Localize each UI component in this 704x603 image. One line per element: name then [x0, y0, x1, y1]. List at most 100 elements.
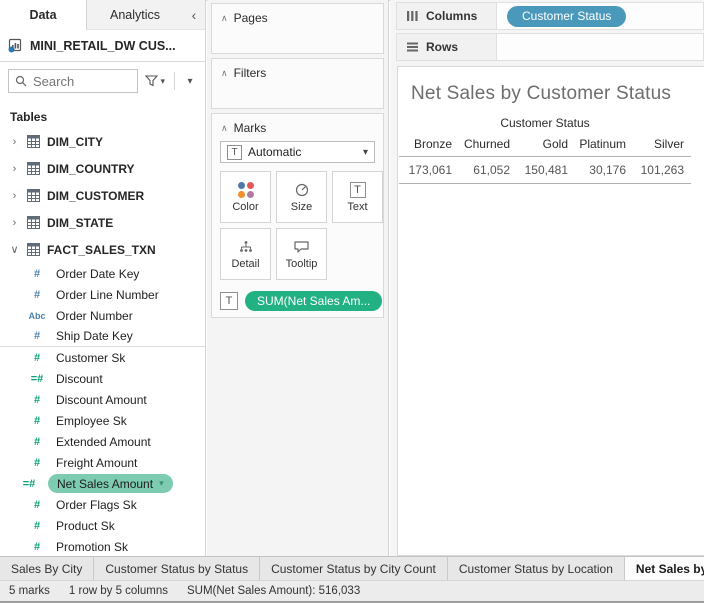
- number-field-icon: #: [26, 436, 48, 448]
- field-name: Order Line Number: [56, 288, 159, 302]
- tooltip-label: Tooltip: [286, 258, 318, 270]
- marks-buttons: Color Size T Text: [220, 171, 383, 280]
- collapse-pane-icon[interactable]: ‹: [183, 0, 205, 30]
- value-cell[interactable]: 61,052: [457, 157, 515, 183]
- color-button[interactable]: Color: [220, 171, 271, 223]
- data-source-row[interactable]: MINI_RETAIL_DW CUS...: [0, 30, 205, 62]
- tab-analytics[interactable]: Analytics: [87, 0, 183, 30]
- table-row-dim-state[interactable]: › DIM_STATE: [0, 209, 205, 236]
- column-header[interactable]: Churned: [457, 137, 515, 156]
- table-row-fact-sales-txn[interactable]: ∨ FACT_SALES_TXN: [0, 236, 205, 263]
- field-name: Discount Amount: [56, 393, 147, 407]
- mark-type-dropdown[interactable]: T Automatic ▾: [220, 141, 375, 163]
- column-header[interactable]: Silver: [631, 137, 689, 156]
- field-menu-caret-icon[interactable]: ▾: [159, 478, 164, 489]
- detail-label: Detail: [231, 258, 259, 270]
- field-row[interactable]: Abc Order Number: [0, 305, 205, 326]
- field-row[interactable]: # Extended Amount: [0, 431, 205, 452]
- tab-data[interactable]: Data: [0, 0, 87, 30]
- number-field-icon: #: [26, 352, 48, 364]
- text-label: Text: [347, 201, 367, 213]
- field-row[interactable]: # Freight Amount: [0, 452, 205, 473]
- pages-shelf[interactable]: ∧ Pages: [211, 3, 384, 54]
- collapse-card-icon[interactable]: ∧: [221, 68, 228, 79]
- collapse-card-icon[interactable]: ∧: [221, 13, 228, 24]
- collapse-card-icon[interactable]: ∧: [221, 123, 228, 134]
- columns-icon: [406, 10, 419, 22]
- value-cell[interactable]: 30,176: [573, 157, 631, 183]
- column-header[interactable]: Gold: [515, 137, 573, 156]
- number-field-icon: #: [26, 457, 48, 469]
- sheet-tab-customer-status-by-city-count[interactable]: Customer Status by City Count: [260, 557, 448, 580]
- chevron-down-icon[interactable]: ∨: [9, 243, 20, 256]
- values-row: 173,061 61,052 150,481 30,176 101,263: [399, 156, 691, 184]
- number-field-icon: #: [26, 394, 48, 406]
- sheet-tab-net-sales-by[interactable]: Net Sales by: [625, 557, 704, 580]
- table-name: DIM_STATE: [47, 216, 113, 230]
- number-field-icon: #: [26, 541, 48, 553]
- sheet-title: Net Sales by Customer Status: [398, 67, 704, 105]
- filter-fields-button[interactable]: ▾: [142, 75, 168, 87]
- color-label: Color: [232, 201, 258, 213]
- sheet-tab-customer-status-by-location[interactable]: Customer Status by Location: [448, 557, 625, 580]
- field-row[interactable]: # Employee Sk: [0, 410, 205, 431]
- chevron-right-icon[interactable]: ›: [9, 190, 20, 202]
- columns-shelf[interactable]: Columns Customer Status: [396, 2, 704, 30]
- field-row[interactable]: # Promotion Sk: [0, 536, 205, 556]
- chevron-right-icon[interactable]: ›: [9, 163, 20, 175]
- size-button[interactable]: Size: [276, 171, 327, 223]
- table-row-dim-customer[interactable]: › DIM_CUSTOMER: [0, 182, 205, 209]
- field-row[interactable]: # Ship Date Key: [0, 326, 205, 347]
- field-row[interactable]: # Product Sk: [0, 515, 205, 536]
- detail-button[interactable]: Detail: [220, 228, 271, 280]
- field-name: Employee Sk: [56, 414, 127, 428]
- number-field-icon: #: [26, 499, 48, 511]
- field-name: Order Date Key: [56, 267, 139, 281]
- rows-shelf[interactable]: Rows: [396, 33, 704, 61]
- table-icon: [27, 135, 40, 148]
- table-icon: [27, 162, 40, 175]
- column-header[interactable]: Platinum: [573, 137, 631, 156]
- detail-icon: [238, 239, 254, 255]
- selected-field-pill[interactable]: Net Sales Amount ▾: [48, 474, 173, 493]
- table-row-dim-country[interactable]: › DIM_COUNTRY: [0, 155, 205, 182]
- field-name: Freight Amount: [56, 456, 137, 470]
- search-row: Search ▾ ▾: [0, 62, 205, 100]
- value-cell[interactable]: 150,481: [515, 157, 573, 183]
- worksheet-region: Columns Customer Status Rows Net Sales b…: [390, 0, 704, 556]
- pane-options-button[interactable]: ▾: [181, 76, 199, 87]
- sheet-tab-customer-status-by-status[interactable]: Customer Status by Status: [94, 557, 260, 580]
- funnel-icon: [145, 75, 158, 87]
- field-row[interactable]: =# Discount: [0, 368, 205, 389]
- search-icon: [15, 75, 27, 87]
- table-row-dim-city[interactable]: › DIM_CITY: [0, 128, 205, 155]
- value-cell[interactable]: 173,061: [399, 157, 457, 183]
- search-input[interactable]: Search: [8, 69, 138, 93]
- sheet-tab-sales-by-city[interactable]: Sales By City: [0, 557, 94, 580]
- field-row[interactable]: # Order Date Key: [0, 263, 205, 284]
- field-row[interactable]: # Order Line Number: [0, 284, 205, 305]
- text-mark-icon[interactable]: T: [220, 292, 238, 310]
- chevron-right-icon[interactable]: ›: [9, 217, 20, 229]
- field-row[interactable]: # Discount Amount: [0, 389, 205, 410]
- field-name: Net Sales Amount: [57, 477, 153, 491]
- rows-icon: [406, 41, 419, 53]
- field-name: Product Sk: [56, 519, 115, 533]
- field-name: Ship Date Key: [56, 329, 133, 343]
- text-button[interactable]: T Text: [332, 171, 383, 223]
- size-label: Size: [291, 201, 312, 213]
- tooltip-button[interactable]: Tooltip: [276, 228, 327, 280]
- column-header[interactable]: Bronze: [399, 137, 457, 156]
- field-row[interactable]: # Order Flags Sk: [0, 494, 205, 515]
- field-name: Order Number: [56, 309, 133, 323]
- measure-pill[interactable]: SUM(Net Sales Am...: [245, 291, 382, 311]
- value-cell[interactable]: 101,263: [631, 157, 689, 183]
- field-row[interactable]: # Customer Sk: [0, 347, 205, 368]
- column-headers-row: Bronze Churned Gold Platinum Silver: [399, 137, 691, 156]
- field-row-selected[interactable]: =# Net Sales Amount ▾: [0, 473, 205, 494]
- pages-label: Pages: [234, 11, 268, 25]
- filters-shelf[interactable]: ∧ Filters: [211, 58, 384, 109]
- table-name: DIM_COUNTRY: [47, 162, 135, 176]
- chevron-right-icon[interactable]: ›: [9, 136, 20, 148]
- dimension-pill[interactable]: Customer Status: [507, 6, 626, 27]
